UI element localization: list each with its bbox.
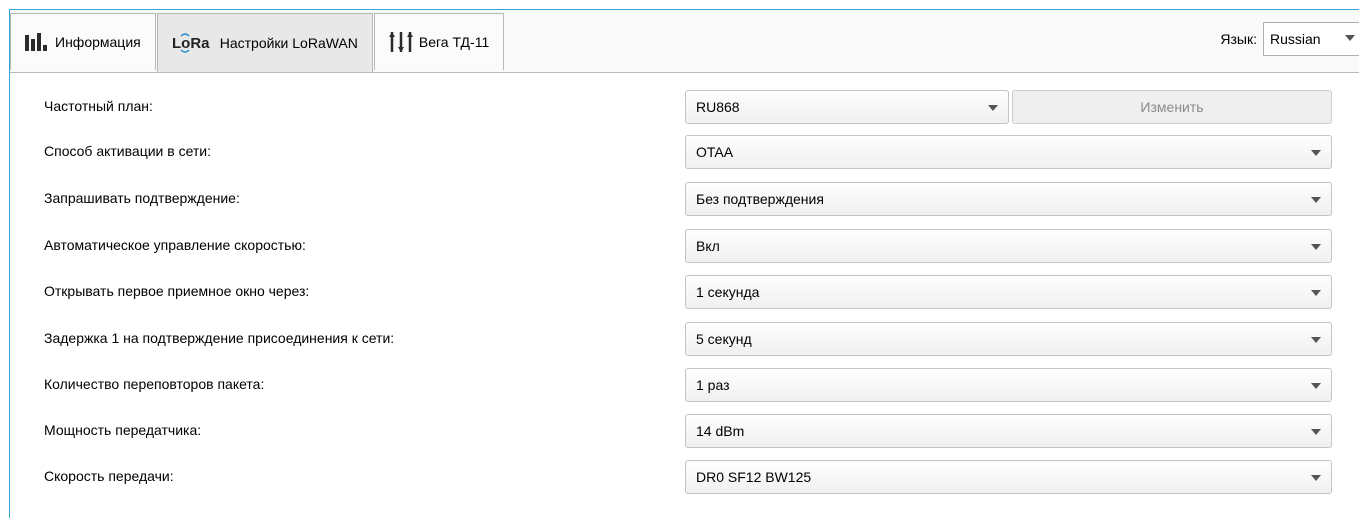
datarate-dropdown[interactable]: DR0 SF12 BW125 — [685, 460, 1332, 494]
row-adr: Автоматическое управление скоростью: Вкл — [44, 229, 1334, 263]
retries-dropdown[interactable]: 1 раз — [685, 368, 1332, 402]
row-rx1: Открывать первое приемное окно через: 1 … — [44, 275, 1334, 309]
language-label: Язык: — [1220, 31, 1257, 47]
join-delay-dropdown[interactable]: 5 секунд — [685, 322, 1332, 356]
freq-plan-value: RU868 — [696, 99, 740, 115]
activation-value: OTAA — [696, 144, 734, 160]
language-value: Russian — [1270, 31, 1321, 47]
chevron-down-icon — [988, 105, 998, 111]
tab-divider — [10, 72, 1359, 73]
chevron-down-icon — [1345, 35, 1355, 41]
tab-lorawan[interactable]: LoRa Настройки LoRaWAN — [156, 13, 373, 72]
adr-label: Автоматическое управление скоростью: — [44, 237, 306, 253]
activation-label: Способ активации в сети: — [44, 143, 212, 159]
row-join-delay: Задержка 1 на подтверждение присоединени… — [44, 322, 1334, 356]
row-freq-plan: Частотный план: RU868 Изменить — [44, 90, 1334, 124]
tab-info-label: Информация — [55, 34, 141, 50]
chevron-down-icon — [1311, 290, 1321, 296]
sliders-icon — [388, 32, 413, 52]
chevron-down-icon — [1311, 197, 1321, 203]
tab-info[interactable]: Информация — [10, 13, 156, 70]
chevron-down-icon — [1311, 337, 1321, 343]
datarate-value: DR0 SF12 BW125 — [696, 469, 812, 485]
tab-vega[interactable]: Вега ТД-11 — [373, 13, 505, 70]
confirm-value: Без подтверждения — [696, 191, 824, 207]
tab-vega-label: Вега ТД-11 — [418, 34, 490, 50]
confirm-label: Запрашивать подтверждение: — [44, 190, 240, 206]
lora-icon: LoRa — [172, 32, 214, 54]
datarate-label: Скорость передачи: — [44, 468, 174, 484]
chevron-down-icon — [1311, 244, 1321, 250]
tx-power-label: Мощность передатчика: — [44, 422, 202, 438]
adr-value: Вкл — [696, 238, 720, 254]
freq-plan-label: Частотный план: — [44, 98, 153, 114]
row-retries: Количество переповторов пакета: 1 раз — [44, 368, 1334, 402]
tab-strip: Информация LoRa Настройки LoRaWAN Вега Т… — [10, 13, 505, 72]
rx1-value: 1 секунда — [696, 284, 760, 300]
row-activation: Способ активации в сети: OTAA — [44, 135, 1334, 169]
adr-dropdown[interactable]: Вкл — [685, 229, 1332, 263]
confirm-dropdown[interactable]: Без подтверждения — [685, 182, 1332, 216]
retries-label: Количество переповторов пакета: — [44, 376, 265, 392]
bar-chart-icon — [25, 33, 49, 51]
change-button[interactable]: Изменить — [1012, 90, 1332, 124]
chevron-down-icon — [1311, 383, 1321, 389]
chevron-down-icon — [1311, 429, 1321, 435]
freq-plan-dropdown[interactable]: RU868 — [685, 90, 1009, 124]
tx-power-dropdown[interactable]: 14 dBm — [685, 414, 1332, 448]
chevron-down-icon — [1311, 150, 1321, 156]
tx-power-value: 14 dBm — [696, 423, 745, 439]
join-delay-value: 5 секунд — [696, 331, 752, 347]
language-dropdown[interactable]: Russian — [1263, 22, 1359, 56]
row-datarate: Скорость передачи: DR0 SF12 BW125 — [44, 460, 1334, 494]
language-selector: Язык: Russian — [1220, 22, 1359, 56]
row-tx-power: Мощность передатчика: 14 dBm — [44, 414, 1334, 448]
rx1-dropdown[interactable]: 1 секунда — [685, 275, 1332, 309]
retries-value: 1 раз — [696, 377, 730, 393]
svg-text:LoRa: LoRa — [172, 35, 210, 52]
activation-dropdown[interactable]: OTAA — [685, 135, 1332, 169]
chevron-down-icon — [1311, 475, 1321, 481]
rx1-label: Открывать первое приемное окно через: — [44, 283, 310, 299]
row-confirm: Запрашивать подтверждение: Без подтвержд… — [44, 182, 1334, 216]
tab-lorawan-label: Настройки LoRaWAN — [219, 35, 358, 51]
join-delay-label: Задержка 1 на подтверждение присоединени… — [44, 330, 395, 346]
